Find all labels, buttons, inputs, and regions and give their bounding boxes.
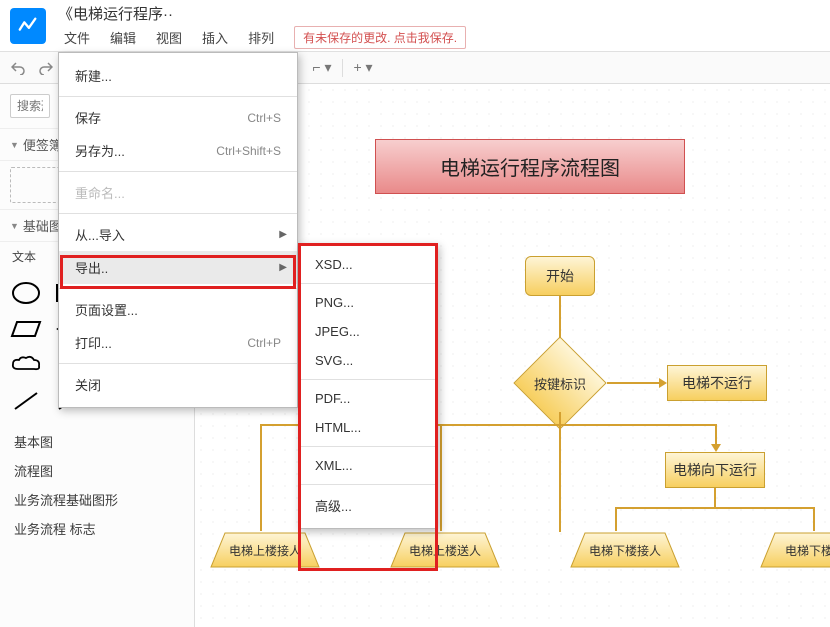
caret-icon: ▼: [10, 140, 19, 150]
menu-pagesetup[interactable]: 页面设置...: [59, 293, 297, 326]
menu-file[interactable]: 文件: [58, 26, 96, 49]
undo-button[interactable]: [6, 56, 30, 80]
submenu-arrow-icon: ▶: [279, 229, 287, 240]
menu-close[interactable]: 关闭: [59, 368, 297, 401]
export-advanced[interactable]: 高级...: [299, 489, 437, 522]
export-submenu: XSD... PNG... JPEG... SVG... PDF... HTML…: [298, 243, 438, 529]
redo-button[interactable]: [34, 56, 58, 80]
export-pdf[interactable]: PDF...: [299, 384, 437, 413]
cat-bpm-basic[interactable]: 业务流程基础图形: [0, 485, 194, 514]
add-button[interactable]: + ▾: [351, 56, 375, 80]
node-norun[interactable]: 电梯不运行: [667, 365, 767, 401]
document-title[interactable]: 《电梯运行程序··: [58, 3, 466, 24]
file-menu-dropdown: 新建... 保存Ctrl+S 另存为...Ctrl+Shift+S 重命名...…: [58, 52, 298, 408]
waypoint-button[interactable]: ⌐ ▾: [310, 56, 334, 80]
node-up-pickup[interactable]: 电梯上楼接人: [210, 532, 320, 568]
export-png[interactable]: PNG...: [299, 288, 437, 317]
shape-ellipse[interactable]: [8, 279, 44, 307]
menu-print[interactable]: 打印...Ctrl+P: [59, 326, 297, 359]
submenu-arrow-icon: ▶: [279, 262, 287, 273]
menu-view[interactable]: 视图: [150, 26, 188, 49]
node-keypress[interactable]: 按键标识: [513, 354, 607, 412]
menubar: 文件 编辑 视图 插入 排列 有未保存的更改. 点击我保存.: [58, 26, 466, 49]
node-up-deliver[interactable]: 电梯上楼送人: [390, 532, 500, 568]
menu-edit[interactable]: 编辑: [104, 26, 142, 49]
menu-insert[interactable]: 插入: [196, 26, 234, 49]
shape-cloud[interactable]: [8, 351, 44, 379]
category-list: 基本图 流程图 业务流程基础图形 业务流程 标志: [0, 423, 194, 547]
export-xsd[interactable]: XSD...: [299, 250, 437, 279]
app-icon: [10, 8, 46, 44]
export-jpeg[interactable]: JPEG...: [299, 317, 437, 346]
search-input[interactable]: [10, 94, 50, 118]
export-html[interactable]: HTML...: [299, 413, 437, 442]
menu-save[interactable]: 保存Ctrl+S: [59, 101, 297, 134]
node-down-pickup[interactable]: 电梯下楼接人: [570, 532, 680, 568]
node-down[interactable]: 电梯向下运行: [665, 452, 765, 488]
flowchart-title[interactable]: 电梯运行程序流程图: [375, 139, 685, 194]
cat-flowchart[interactable]: 流程图: [0, 456, 194, 485]
menu-export[interactable]: 导出..▶: [59, 251, 297, 284]
caret-icon: ▼: [10, 221, 19, 231]
menu-arrange[interactable]: 排列: [242, 26, 280, 49]
shape-line[interactable]: [8, 387, 44, 415]
menu-import[interactable]: 从...导入▶: [59, 218, 297, 251]
menu-rename: 重命名...: [59, 176, 297, 209]
search-shapes[interactable]: [10, 94, 50, 118]
export-xml[interactable]: XML...: [299, 451, 437, 480]
export-svg[interactable]: SVG...: [299, 346, 437, 375]
header: 《电梯运行程序·· 文件 编辑 视图 插入 排列 有未保存的更改. 点击我保存.: [0, 0, 830, 52]
cat-basic[interactable]: 基本图: [0, 427, 194, 456]
node-start[interactable]: 开始: [525, 256, 595, 296]
menu-saveas[interactable]: 另存为...Ctrl+Shift+S: [59, 134, 297, 167]
node-down-deliver[interactable]: 电梯下楼送: [760, 532, 830, 568]
unsaved-notice[interactable]: 有未保存的更改. 点击我保存.: [294, 26, 466, 49]
menu-new[interactable]: 新建...: [59, 59, 297, 92]
cat-bpm-symbol[interactable]: 业务流程 标志: [0, 514, 194, 543]
shape-parallelogram[interactable]: [8, 315, 44, 343]
